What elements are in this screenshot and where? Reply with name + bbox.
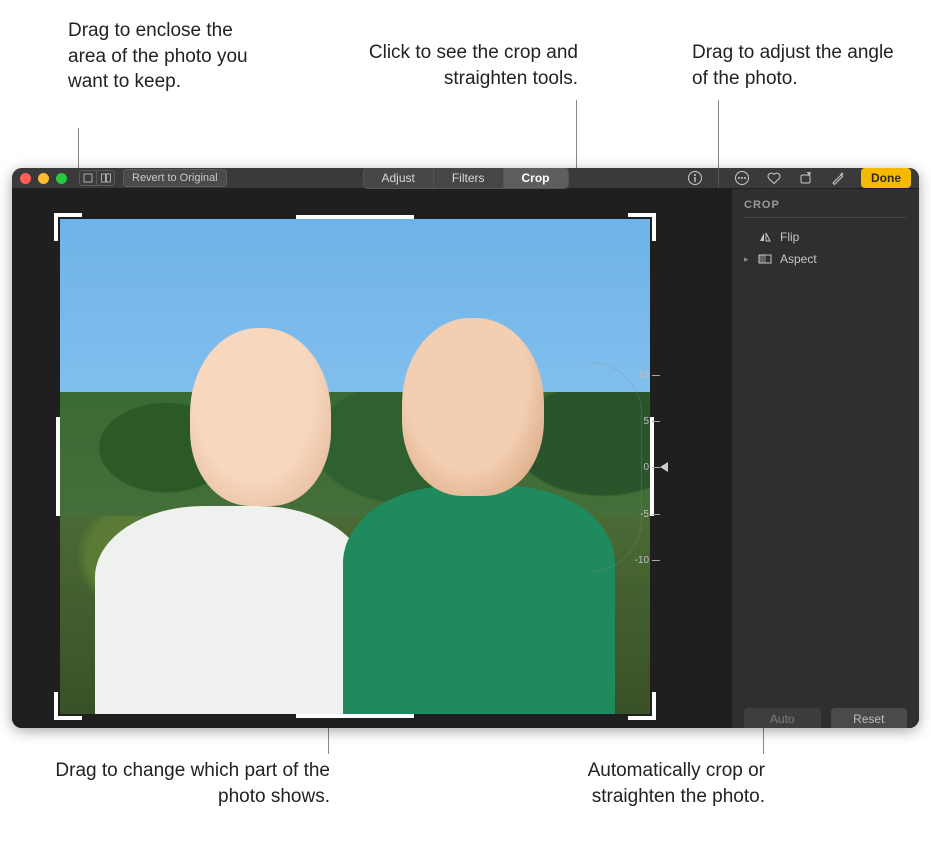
callout-auto-btn: Automatically crop or straighten the pho… [505, 758, 765, 809]
canvas-area: 10 5 0 -5 -10 [12, 189, 731, 728]
view-mode-toggle[interactable] [79, 170, 115, 186]
dial-tick: 10 [638, 370, 660, 381]
window-close-button[interactable] [20, 173, 31, 184]
auto-enhance-icon[interactable] [829, 169, 847, 187]
sidebar-footer-buttons: Auto Reset [744, 702, 907, 728]
info-icon[interactable] [686, 169, 704, 187]
crop-handle-left[interactable] [56, 417, 60, 516]
callout-line [576, 100, 577, 172]
dial-tick: 5 [643, 416, 660, 427]
toolbar-divider [718, 168, 719, 188]
tab-crop[interactable]: Crop [504, 168, 568, 188]
revert-to-original-button[interactable]: Revert to Original [123, 169, 227, 187]
crop-handle-top[interactable] [296, 215, 414, 219]
rotate-icon[interactable] [797, 169, 815, 187]
flip-label: Flip [780, 230, 799, 244]
crop-handle-bl[interactable] [54, 692, 82, 720]
reset-crop-button[interactable]: Reset [831, 708, 908, 728]
crop-frame[interactable]: 10 5 0 -5 -10 [60, 219, 650, 714]
crop-handle-tl[interactable] [54, 213, 82, 241]
window-traffic-lights [20, 173, 67, 184]
edit-mode-tabs: Adjust Filters Crop [362, 168, 568, 189]
crop-sidebar: CROP Flip ▸ Aspect Auto Reset [731, 189, 919, 728]
dial-tick: -10 [635, 555, 660, 566]
callout-angle-dial: Drag to adjust the angle of the photo. [692, 40, 902, 91]
tab-adjust[interactable]: Adjust [363, 168, 433, 188]
aspect-label: Aspect [780, 252, 817, 266]
callout-pan-photo: Drag to change which part of the photo s… [40, 758, 330, 809]
straighten-dial[interactable]: 10 5 0 -5 -10 [614, 362, 660, 572]
photos-edit-window: Revert to Original Adjust Filters Crop [12, 168, 919, 728]
editor-body: 10 5 0 -5 -10 CROP Flip ▸ [12, 189, 919, 728]
aspect-icon [758, 252, 772, 266]
crop-handle-br[interactable] [628, 692, 656, 720]
dial-pointer-icon[interactable] [660, 462, 668, 472]
aspect-button[interactable]: ▸ Aspect [744, 248, 907, 270]
crop-handle-tr[interactable] [628, 213, 656, 241]
flip-icon [758, 230, 772, 244]
favorite-icon[interactable] [765, 169, 783, 187]
chevron-right-icon: ▸ [744, 254, 749, 265]
done-button[interactable]: Done [861, 168, 911, 188]
photo-content[interactable] [60, 219, 650, 714]
view-compare-icon[interactable] [97, 170, 115, 186]
callout-crop-tab: Click to see the crop and straighten too… [368, 40, 578, 91]
dial-tick: 0 [643, 462, 660, 473]
toolbar-right-tools: Done [686, 168, 911, 188]
window-minimize-button[interactable] [38, 173, 49, 184]
sidebar-title: CROP [744, 199, 907, 218]
window-zoom-button[interactable] [56, 173, 67, 184]
tab-filters[interactable]: Filters [434, 168, 504, 188]
view-single-icon[interactable] [79, 170, 97, 186]
callout-crop-handles: Drag to enclose the area of the photo yo… [68, 18, 273, 95]
titlebar: Revert to Original Adjust Filters Crop [12, 168, 919, 189]
crop-handle-bottom[interactable] [296, 714, 414, 718]
dial-tick: -5 [640, 509, 660, 520]
more-icon[interactable] [733, 169, 751, 187]
flip-button[interactable]: Flip [744, 226, 907, 248]
auto-crop-button[interactable]: Auto [744, 708, 821, 728]
